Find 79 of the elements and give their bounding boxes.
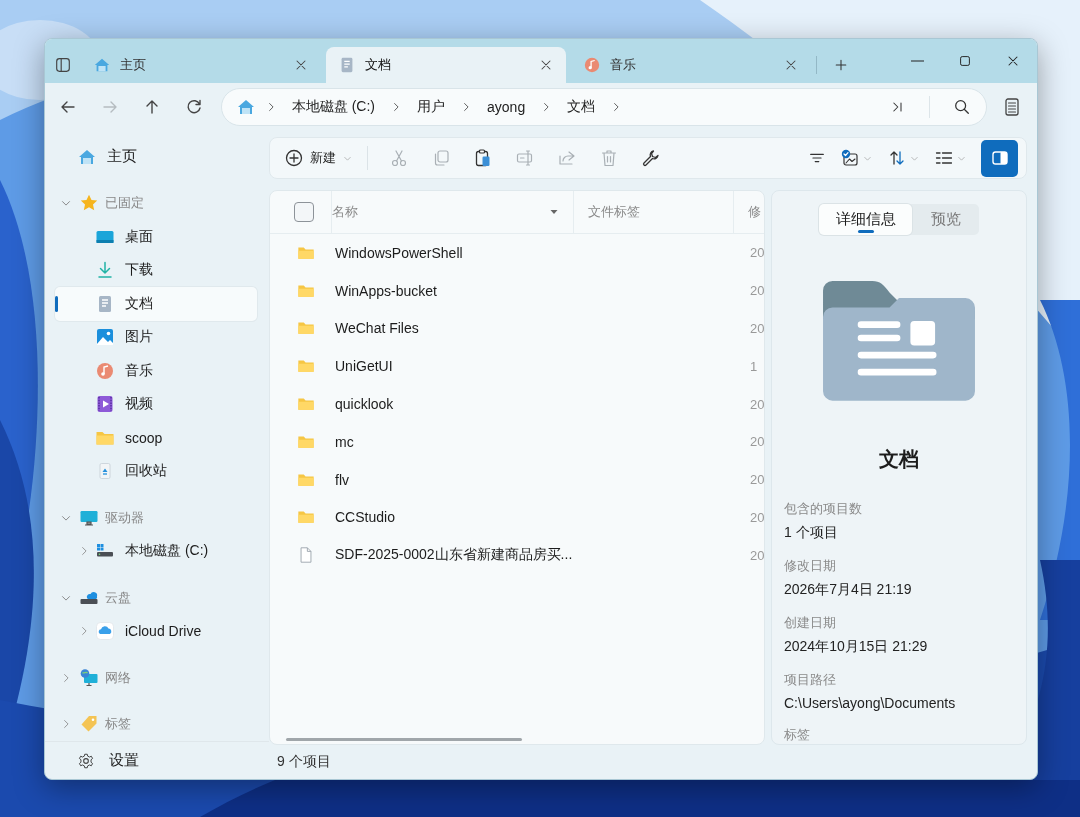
sidebar-item[interactable]: 回收站	[55, 454, 257, 488]
video-icon	[95, 394, 115, 415]
breadcrumb[interactable]: 用户	[411, 98, 452, 116]
list-sheet-icon	[1002, 97, 1022, 117]
pane-icon	[989, 148, 1010, 168]
sidebar-item[interactable]: iCloud Drive	[55, 614, 257, 648]
item-count: 9 个项目	[277, 753, 331, 771]
sidebar-item[interactable]: 下载	[55, 253, 257, 287]
file-name[interactable]: WindowsPowerShell	[332, 244, 574, 261]
picture-icon	[95, 327, 115, 348]
sidebar-item[interactable]: 音乐	[55, 354, 257, 388]
tab[interactable]: 音乐	[571, 47, 811, 83]
date-modified: 20	[749, 472, 764, 488]
file-name[interactable]: WinApps-bucket	[332, 282, 574, 299]
date-modified: 20	[749, 396, 764, 412]
clipboard-icon	[473, 148, 493, 168]
sidebar-item[interactable]: 文档	[55, 287, 257, 321]
date-modified: 20	[749, 509, 764, 525]
scissors-icon	[389, 148, 409, 168]
property-label: 包含的项目数	[784, 500, 863, 518]
sidebar-item[interactable]: 本地磁盘 (C:)	[55, 534, 257, 568]
trash-icon	[599, 148, 619, 168]
address-bar[interactable]: 本地磁盘 (C:) 用户 ayong 文档	[220, 88, 988, 126]
music-note-icon	[95, 360, 115, 381]
details-pane-button[interactable]	[981, 139, 1018, 177]
sidebar-item[interactable]: 主页	[55, 140, 257, 174]
cloud-icon	[95, 621, 115, 642]
file-name[interactable]: SDF-2025-0002山东省新建商品房买...	[332, 546, 574, 565]
date-modified: 20	[749, 547, 764, 563]
download-icon	[95, 260, 115, 281]
property-label: 标签	[784, 726, 811, 744]
pane-tab[interactable]: 预览	[912, 204, 979, 236]
rename-icon	[515, 148, 535, 168]
property-value: 2026年7月4日 21:19	[784, 581, 913, 599]
property-value: 1 个项目	[784, 524, 839, 542]
breadcrumb[interactable]: 本地磁盘 (C:)	[285, 98, 382, 116]
file-name[interactable]: quicklook	[332, 396, 574, 413]
folder-title: 文档	[878, 447, 920, 472]
plus-icon	[833, 57, 849, 73]
file-name[interactable]: flv	[332, 471, 574, 488]
house-icon	[93, 56, 111, 74]
sidebar-item[interactable]: 桌面	[55, 220, 257, 254]
date-modified: 1	[749, 358, 759, 374]
breadcrumb[interactable]: ayong	[481, 99, 532, 115]
date-modified: 20	[749, 321, 764, 336]
pane-tab[interactable]: 详细信息	[819, 204, 913, 236]
picture-check-icon	[840, 148, 860, 168]
search-icon	[953, 98, 972, 116]
file-name[interactable]: CCStudio	[332, 509, 574, 526]
file-icon	[297, 546, 315, 565]
tab[interactable]: 文档	[326, 47, 566, 83]
tab[interactable]: 主页	[81, 47, 321, 83]
select-all-checkbox[interactable]	[294, 202, 314, 222]
date-modified: 20	[749, 283, 764, 299]
music-note-icon	[583, 56, 601, 74]
property-value: 2024年10月15日 21:29	[784, 638, 929, 656]
sidebar-item[interactable]: 图片	[55, 320, 257, 354]
property-label: 项目路径	[784, 671, 837, 689]
wrench-icon	[641, 148, 661, 168]
plus-circle-icon	[284, 148, 304, 168]
property-label: 修改日期	[784, 557, 837, 575]
scrollbar[interactable]	[286, 738, 522, 741]
sidebar-item[interactable]: scoop	[55, 421, 257, 455]
gear-icon	[77, 751, 95, 770]
date-modified: 20	[749, 245, 764, 261]
sidebar-toggle-icon	[54, 56, 72, 74]
property-value: C:\Users\ayong\Documents	[784, 695, 957, 711]
breadcrumb[interactable]: 文档	[561, 98, 602, 116]
file-name[interactable]: UniGetUI	[332, 358, 574, 375]
maximize-icon	[957, 53, 973, 69]
property-label: 创建日期	[784, 614, 837, 632]
network-icon	[79, 667, 99, 688]
minimize-icon	[910, 60, 924, 62]
file-name[interactable]: mc	[332, 433, 574, 450]
date-modified: 20	[749, 434, 764, 450]
new-button[interactable]: 新建	[284, 142, 353, 174]
file-name[interactable]: WeChat Files	[332, 320, 574, 337]
sidebar-item[interactable]: 视频	[55, 387, 257, 421]
settings-button[interactable]: 设置	[45, 741, 269, 779]
